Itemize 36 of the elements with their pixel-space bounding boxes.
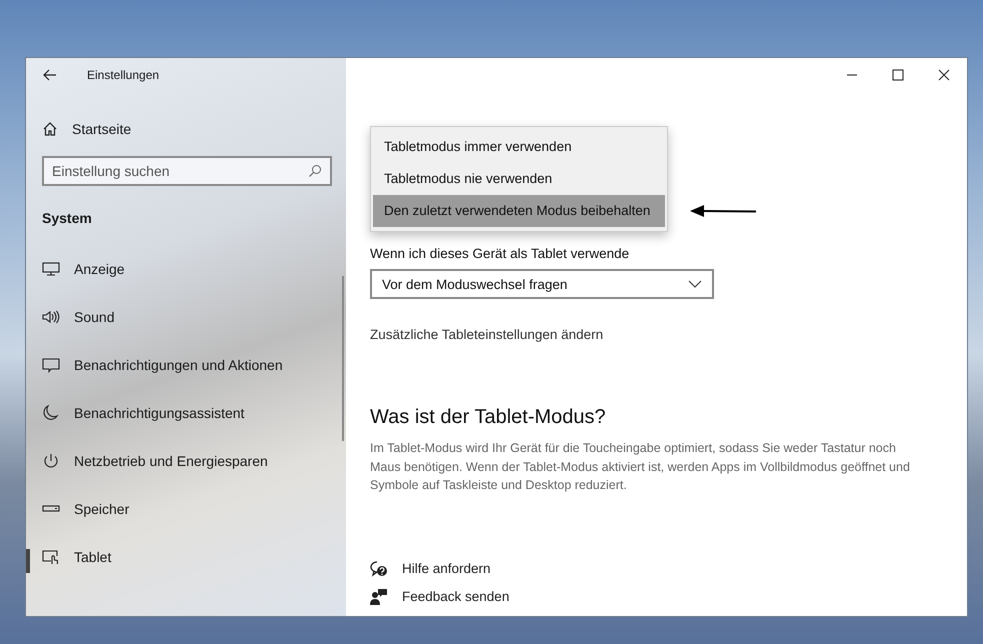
home-nav-item[interactable]: Startseite — [42, 114, 162, 144]
scrollbar[interactable] — [342, 276, 344, 441]
moon-icon — [42, 405, 60, 421]
sidebar-item[interactable]: Speicher — [26, 485, 346, 533]
speech-bubble-icon — [42, 357, 60, 373]
window-title: Einstellungen — [87, 68, 160, 82]
power-icon — [42, 453, 60, 469]
back-arrow-icon[interactable] — [43, 69, 57, 81]
person-feedback-icon — [370, 588, 388, 604]
arrow-icon — [690, 205, 758, 217]
search-icon — [308, 164, 322, 178]
sidebar-item[interactable]: Benachrichtigungsassistent — [26, 389, 346, 437]
menu-option[interactable]: Tabletmodus nie verwenden — [373, 163, 665, 195]
monitor-icon — [42, 261, 60, 277]
info-paragraph: Im Tablet-Modus wird Ihr Gerät für die Toucheingabe optimiert, sodass Sie weder Tastatur noch Maus benötigen. Wenn der Tablet-Modus aktiviert ist, werden Apps im Vollbildmodus geöffnet und Symbole auf Taskleiste und Desktop reduziert. — [370, 440, 911, 494]
feedback-link[interactable]: Feedback senden — [370, 588, 510, 604]
selection-indicator — [26, 549, 30, 573]
search-field[interactable]: Einstellung suchen — [42, 156, 332, 186]
tablet-touch-icon — [42, 549, 60, 565]
help-link[interactable]: Hilfe anfordern — [370, 560, 491, 576]
setting-label: Wenn ich dieses Gerät als Tablet verwende — [370, 246, 630, 261]
chevron-down-icon — [688, 280, 702, 288]
sidebar-item[interactable]: Sound — [26, 293, 346, 341]
info-heading: Was ist der Tablet-Modus? — [370, 406, 607, 429]
mode-dropdown[interactable]: Vor dem Moduswechsel fragen — [370, 269, 714, 299]
menu-option[interactable]: Tabletmodus immer verwenden — [373, 131, 665, 163]
menu-option[interactable]: Den zuletzt verwendeten Modus beibehalten — [373, 195, 665, 227]
home-icon — [42, 121, 58, 137]
help-bubble-icon — [370, 560, 388, 576]
sidebar-item[interactable]: Benachrichtigungen und Aktionen — [26, 341, 346, 389]
sidebar-item[interactable]: Anzeige — [26, 245, 346, 293]
sidebar-item[interactable]: Netzbetrieb und Energiesparen — [26, 437, 346, 485]
sidebar-item[interactable]: Tablet — [26, 533, 346, 581]
section-heading: System — [42, 210, 93, 228]
speaker-icon — [42, 309, 60, 325]
settings-link[interactable]: Zusätzliche Tableteinstellungen ändern — [370, 327, 604, 342]
